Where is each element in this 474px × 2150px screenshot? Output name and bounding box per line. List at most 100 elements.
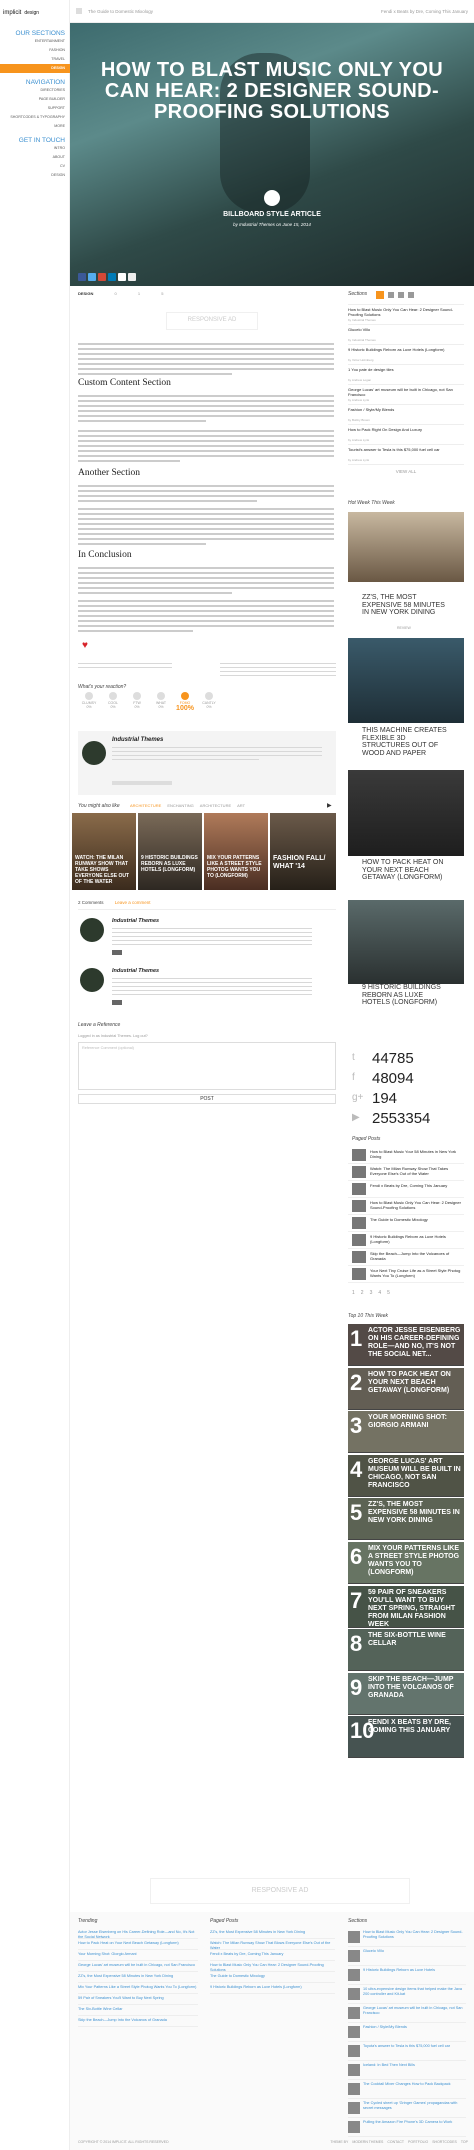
sidebar-item[interactable]: ABOUT xyxy=(0,153,70,162)
related-card[interactable]: MIX YOUR PATTERNS LIKE A STREET STYLE PH… xyxy=(204,813,268,890)
footer-list-item[interactable]: ZZ's, the Most Expensive 58 Minutes in N… xyxy=(78,1972,198,1983)
recent-item[interactable]: How to Blast Music Only You Can Hear: 2 … xyxy=(348,305,464,325)
linkedin-icon[interactable] xyxy=(108,273,116,281)
social-counter[interactable]: g+ 194 xyxy=(352,1090,462,1110)
hot-image[interactable] xyxy=(348,900,464,984)
view-all-link[interactable]: VIEW ALL xyxy=(348,469,464,479)
social-counter[interactable]: t 44785 xyxy=(352,1050,462,1070)
sidebar-item[interactable]: FASHION xyxy=(0,46,70,55)
footer-list-item[interactable]: 59 Pair of Sneakers You'll Want to Buy N… xyxy=(78,1994,198,2005)
commenter-name[interactable]: Industrial Themes xyxy=(112,968,159,974)
footer-list-item[interactable]: Actor Jesse Eisenberg on His Career-Defi… xyxy=(78,1928,198,1939)
hot-image[interactable] xyxy=(348,638,464,723)
related-card[interactable]: FASHION FALL/ WHAT '14 xyxy=(270,813,336,890)
sidebar-item[interactable]: DIRECTORIES xyxy=(0,86,70,95)
footer-list-item[interactable]: 9 Historic Buildings Reborn as Luxe Hote… xyxy=(348,1966,466,1985)
top10-item[interactable]: 4 GEORGE LUCAS' ART MUSEUM WILL BE BUILT … xyxy=(348,1454,464,1497)
leave-comment-link[interactable]: Leave a comment xyxy=(115,900,151,905)
reaction-item[interactable]: COOL 0% xyxy=(102,692,124,709)
paged-item[interactable]: Your Next Tiny Cruise Life as a Street S… xyxy=(348,1266,464,1283)
top10-item[interactable]: 9 SKIP THE BEACH—JUMP INTO THE VOLCANOS O… xyxy=(348,1672,464,1715)
footer-list-item[interactable]: George Lucas' art museum will be built i… xyxy=(78,1961,198,1972)
footer-link[interactable]: THEME BY xyxy=(330,2140,348,2144)
googleplus-icon[interactable] xyxy=(98,273,106,281)
footer-list-item[interactable]: The Cocktail Mixer Changes How to Pack B… xyxy=(348,2080,466,2099)
footer-link[interactable]: TOP xyxy=(461,2140,468,2144)
sidebar-item[interactable]: MORE xyxy=(0,122,70,131)
recent-item[interactable]: 1 You pate de design tiles by Andrew Loga… xyxy=(348,365,464,385)
top10-item[interactable]: 10 FENDI X BEATS BY DRE, COMING THIS JANU… xyxy=(348,1716,464,1759)
reaction-item[interactable]: CANTLY 0% xyxy=(198,692,220,709)
page-number[interactable]: 4 xyxy=(378,1290,381,1296)
paged-item[interactable]: Skip the Beach—Jump Into the Volcanoes o… xyxy=(348,1249,464,1266)
site-logo[interactable]: implicit design xyxy=(3,3,39,18)
hot-card-title[interactable]: THIS MACHINE CREATES FLEXIBLE 3D STRUCTU… xyxy=(362,727,452,757)
author-social-icons[interactable] xyxy=(112,781,172,785)
footer-link[interactable]: PORTFOLIO xyxy=(408,2140,428,2144)
reaction-item[interactable]: CLUMSY 0% xyxy=(78,692,100,709)
print-icon[interactable] xyxy=(128,273,136,281)
page-number[interactable]: 3 xyxy=(370,1290,373,1296)
related-tab[interactable]: ENCHANTING xyxy=(167,803,193,808)
recent-item[interactable]: George Lucas' art museum will be built i… xyxy=(348,385,464,405)
footer-list-item[interactable]: 9 Historic Buildings Reborn as Luxe Hote… xyxy=(210,1983,335,1994)
menu-icon[interactable] xyxy=(76,8,82,14)
social-counter[interactable]: f 48094 xyxy=(352,1070,462,1090)
paged-item[interactable]: Watch: The Milan Runway Show That Takes … xyxy=(348,1164,464,1181)
footer-list-item[interactable]: The Cycled sheet up 'Gringer Games' prop… xyxy=(348,2099,466,2118)
top10-item[interactable]: 5 ZZ'S, THE MOST EXPENSIVE 58 MINUTES IN … xyxy=(348,1498,464,1541)
paged-item[interactable]: The Guide to Domestic Mixology xyxy=(348,1215,464,1232)
social-counter[interactable]: ▶ 2553354 xyxy=(352,1110,462,1130)
footer-list-item[interactable]: Iceland: In Bed Then Next Bills xyxy=(348,2061,466,2080)
reply-button[interactable] xyxy=(112,1000,122,1005)
footer-list-item[interactable]: Mix Your Patterns Like a Street Style Ph… xyxy=(78,1983,198,1994)
sidebar-item[interactable]: SHORTCODES & TYPOGRAPHY xyxy=(0,113,70,122)
footer-list-item[interactable]: Watch: The Milan Runway Show That Blows … xyxy=(210,1939,335,1950)
reaction-item[interactable]: WHAT 0% xyxy=(150,692,172,709)
recent-item[interactable]: Tourist's answer to Tesla is this $75,00… xyxy=(348,445,464,465)
paged-item[interactable]: Fendi x Beats by Dre, Coming This Januar… xyxy=(348,1181,464,1198)
commenter-name[interactable]: Industrial Themes xyxy=(112,918,159,924)
recent-item[interactable]: How to Pack Right On Design And Luxury by… xyxy=(348,425,464,445)
comment-textarea[interactable]: Reference Comment (optional) xyxy=(78,1042,336,1090)
hot-card-title[interactable]: 9 HISTORIC BUILDINGS REBORN AS LUXE HOTE… xyxy=(362,984,452,1007)
top10-item[interactable]: 1 ACTOR JESSE EISENBERG ON HIS CAREER-DEF… xyxy=(348,1324,464,1366)
tab-icon[interactable] xyxy=(398,292,404,298)
sidebar-item[interactable]: DESIGN xyxy=(0,171,70,180)
post-button[interactable]: POST xyxy=(78,1094,336,1104)
tab-icon-active[interactable] xyxy=(376,291,384,299)
reply-button[interactable] xyxy=(112,950,122,955)
email-icon[interactable] xyxy=(118,273,126,281)
top10-item[interactable]: 8 THE SIX-BOTTLE WINE CELLAR xyxy=(348,1629,464,1672)
bottom-ad[interactable]: RESPONSIVE AD xyxy=(150,1878,410,1904)
tab-icon[interactable] xyxy=(388,292,394,298)
footer-list-item[interactable]: How to Blast Music Only You Can Hear: 2 … xyxy=(348,1928,466,1947)
related-tab[interactable]: ART xyxy=(237,803,245,808)
paged-item[interactable]: 9 Historic Buildings Reborn as Luxe Hote… xyxy=(348,1232,464,1249)
sidebar-item[interactable]: SUPPORT xyxy=(0,104,70,113)
comments-count[interactable]: 1 xyxy=(138,291,140,296)
recent-item[interactable]: 9 Historic Buildings Reborn as Luxe Hote… xyxy=(348,345,464,365)
footer-link[interactable]: MODERN THEMES xyxy=(352,2140,383,2144)
related-tab[interactable]: ARCHITECTURE xyxy=(200,803,231,808)
footer-list-item[interactable]: Glucelo Villo xyxy=(348,1947,466,1966)
reaction-item[interactable]: FTW 0% xyxy=(126,692,148,709)
footer-list-item[interactable]: Fashion / Style/My Blends xyxy=(348,2023,466,2042)
sidebar-item[interactable]: PAGE BUILDER xyxy=(0,95,70,104)
hot-image[interactable] xyxy=(348,512,464,582)
footer-list-item[interactable]: 10 ultra-expensive design items that hel… xyxy=(348,1985,466,2004)
paged-item[interactable]: How to Blast Music Only You Can Hear: 2 … xyxy=(348,1198,464,1215)
top10-item[interactable]: 2 HOW TO PACK HEAT ON YOUR NEXT BEACH GET… xyxy=(348,1367,464,1410)
recent-item[interactable]: Fashion / Style/My Blends by Bobby Brown xyxy=(348,405,464,425)
hot-card-title[interactable]: HOW TO PACK HEAT ON YOUR NEXT BEACH GETA… xyxy=(362,859,452,882)
footer-link[interactable]: SHORTCODES xyxy=(432,2140,457,2144)
footer-list-item[interactable]: Skip the Beach—Jump Into the Volcanos of… xyxy=(78,2016,198,2027)
heart-icon[interactable]: ♥ xyxy=(82,640,88,651)
facebook-icon[interactable] xyxy=(78,273,86,281)
sidebar-item-active[interactable]: DESIGN xyxy=(0,64,70,73)
twitter-icon[interactable] xyxy=(88,273,96,281)
footer-list-item[interactable]: Toyota's answer to Tesla is this $75,000… xyxy=(348,2042,466,2061)
topbar-ticker[interactable]: The Guide to Domestic Mixology xyxy=(88,9,153,14)
footer-list-item[interactable]: Your Morning Shot: Giorgio Armani xyxy=(78,1950,198,1961)
recent-item[interactable]: Glucelo Villo by Industrial Themes xyxy=(348,325,464,345)
